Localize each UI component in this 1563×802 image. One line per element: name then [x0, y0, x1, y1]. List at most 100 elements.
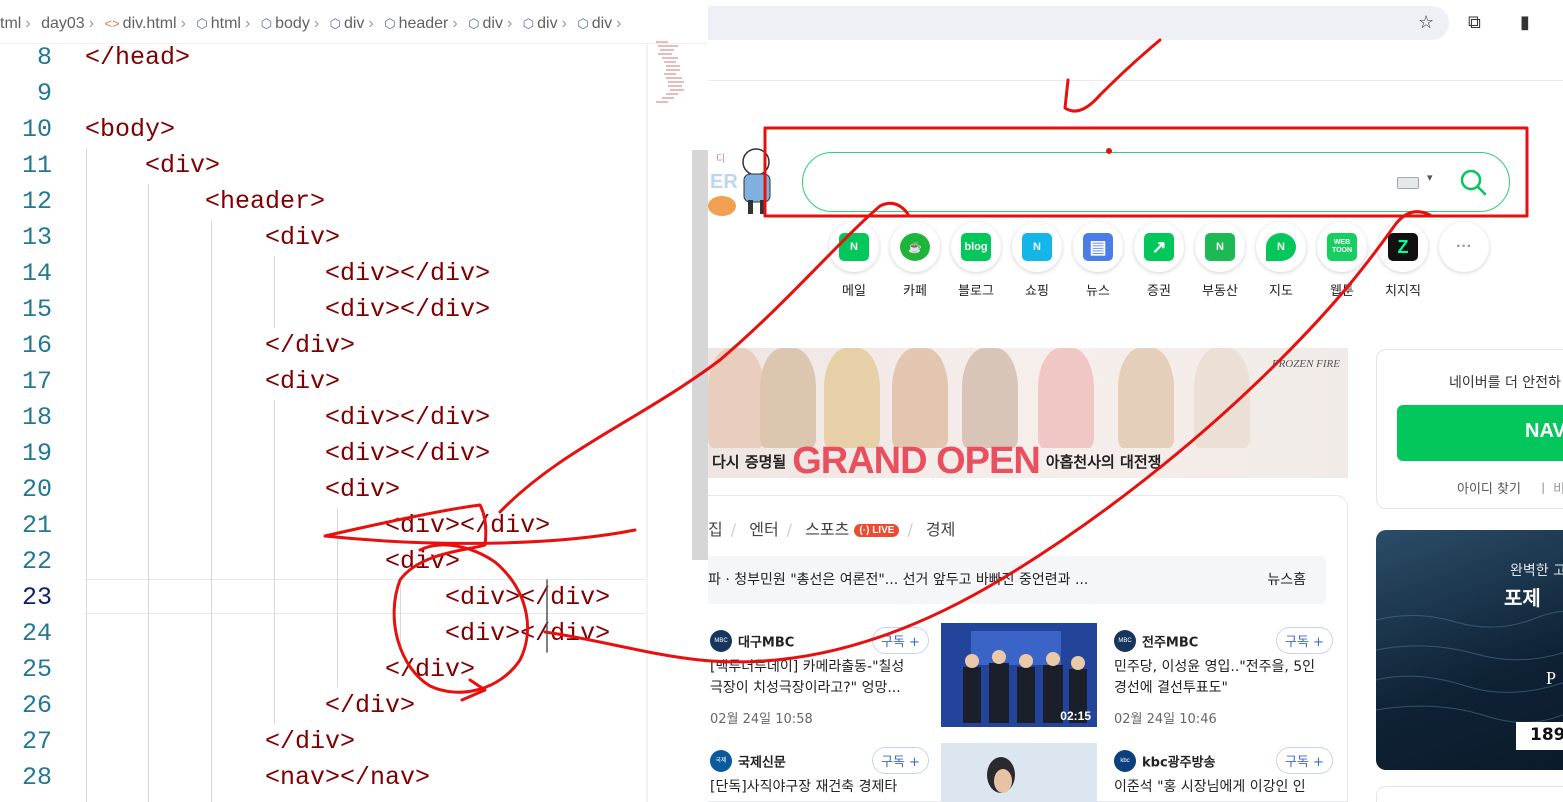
service-chzzk[interactable]: Z 치지직: [1377, 222, 1429, 299]
find-id-link[interactable]: 아이디 찾기: [1457, 482, 1521, 497]
code-line[interactable]: 19 <div></div>: [0, 436, 708, 472]
line-code[interactable]: <div>: [85, 544, 460, 580]
service-webtoon[interactable]: WEB TOON 웹툰: [1316, 222, 1368, 299]
line-code[interactable]: <div>: [85, 148, 220, 184]
tab-sports[interactable]: 스포츠: [805, 520, 849, 539]
subscribe-button[interactable]: 구독 +: [1276, 747, 1333, 774]
line-code[interactable]: <div></div>: [85, 580, 610, 616]
line-code[interactable]: <div></div>: [85, 508, 550, 544]
code-line[interactable]: 21 <div></div>: [0, 508, 708, 544]
line-code[interactable]: <div></div>: [85, 436, 490, 472]
line-code[interactable]: </div>: [85, 724, 355, 760]
line-code[interactable]: </div>: [85, 652, 475, 688]
code-line[interactable]: 8 </head>: [0, 40, 708, 76]
code-lines[interactable]: 8 </head> 9 10 <body> 11 <div> 12 <header>…: [0, 40, 708, 796]
news-headline-line[interactable]: 민주당, 이성윤 영입.."전주을, 5인: [1114, 657, 1315, 678]
code-line[interactable]: 10 <body>: [0, 112, 708, 148]
tab-news-general[interactable]: 집: [708, 520, 723, 539]
tab-economy[interactable]: 경제: [926, 520, 955, 539]
service-realestate[interactable]: N 부동산: [1194, 222, 1246, 299]
service-blog[interactable]: blog 블로그: [950, 222, 1002, 299]
code-line[interactable]: 15 <div></div>: [0, 292, 708, 328]
news-home-link[interactable]: 뉴스홈: [1267, 569, 1306, 589]
naver-login-button[interactable]: NAV: [1397, 405, 1563, 461]
code-line-current[interactable]: 23 <div></div>: [0, 580, 708, 616]
breadcrumb-item[interactable]: html: [211, 15, 241, 33]
code-line[interactable]: 27 </div>: [0, 724, 708, 760]
news-headline-line[interactable]: 극장이 치성극장이라고?" 엉망...: [710, 678, 904, 699]
breadcrumb-item[interactable]: tml: [0, 15, 21, 33]
search-icon[interactable]: [1458, 167, 1488, 197]
code-line[interactable]: 20 <div>: [0, 472, 708, 508]
line-code[interactable]: <div></div>: [85, 292, 490, 328]
breadcrumb-item[interactable]: div: [592, 15, 612, 33]
breadcrumb-item[interactable]: header: [399, 15, 449, 33]
news-video-thumbnail[interactable]: 02:15: [941, 623, 1097, 727]
line-code[interactable]: <div>: [85, 472, 400, 508]
doodle-logo[interactable]: ER 디: [708, 140, 778, 220]
news-headline[interactable]: [백투더투데이] 카메라출동-"칠성 극장이 치성극장이라고?" 엉망...: [710, 657, 904, 699]
code-editor[interactable]: tml › day03 › <> div.html › ⬡ html › ⬡ body › ⬡ d…: [0, 0, 708, 802]
code-line[interactable]: 16 </div>: [0, 328, 708, 364]
code-line[interactable]: 22 <div>: [0, 544, 708, 580]
news-ticker[interactable]: 파 · 청부민원 "총선은 여론전"... 선거 앞두고 바빠진 중언련과 ..…: [708, 556, 1326, 604]
address-bar[interactable]: [708, 6, 1449, 40]
breadcrumb-item[interactable]: day03: [41, 15, 85, 33]
news-headline-line[interactable]: 이준석 "홍 시장님에게 이강인 인: [1114, 777, 1306, 798]
news-headline[interactable]: 이준석 "홍 시장님에게 이강인 인: [1114, 777, 1306, 798]
news-headline[interactable]: [단독]사직야구장 재건축 경제타: [710, 777, 897, 798]
code-line[interactable]: 11 <div>: [0, 148, 708, 184]
news-headline[interactable]: 민주당, 이성윤 영입.."전주을, 5인 경선에 결선투표도": [1114, 657, 1315, 699]
side-banner-ad[interactable]: 완벽한 고 포제 P 189: [1376, 530, 1563, 770]
side-panel-icon[interactable]: ▮: [1520, 12, 1530, 33]
press-header[interactable]: MBC NEWS 대구MBC: [710, 630, 794, 666]
breadcrumb-item[interactable]: body: [275, 15, 310, 33]
press-header[interactable]: 국제 국제신문: [710, 750, 786, 772]
tab-entertainment[interactable]: 엔터: [749, 520, 778, 539]
search-box[interactable]: ▾: [802, 152, 1510, 212]
press-name[interactable]: kbc광주방송: [1142, 756, 1216, 771]
service-cafe[interactable]: ☕ 카페: [889, 222, 941, 299]
breadcrumb-item[interactable]: div.html: [123, 15, 177, 33]
star-icon[interactable]: ☆: [1418, 12, 1434, 33]
code-line[interactable]: 18 <div></div>: [0, 400, 708, 436]
ticker-headline[interactable]: 파 · 청부민원 "총선은 여론전"... 선거 앞두고 바빠진 중언련과 ..…: [708, 572, 1088, 588]
service-shopping[interactable]: N 쇼핑: [1011, 222, 1063, 299]
line-code[interactable]: <div>: [85, 220, 340, 256]
service-stock[interactable]: ↗ 증권: [1133, 222, 1185, 299]
line-code[interactable]: <body>: [85, 112, 175, 148]
code-line[interactable]: 12 <header>: [0, 184, 708, 220]
line-code[interactable]: <nav></nav>: [85, 760, 430, 796]
line-code[interactable]: </div>: [85, 688, 415, 724]
breadcrumb-item[interactable]: div: [537, 15, 557, 33]
press-header[interactable]: kbc NEWS kbc광주방송: [1114, 750, 1216, 786]
news-headline-line[interactable]: [단독]사직야구장 재건축 경제타: [710, 777, 897, 798]
subscribe-button[interactable]: 구독 +: [872, 747, 929, 774]
breadcrumb-item[interactable]: div: [483, 15, 503, 33]
news-photo-thumbnail[interactable]: [941, 743, 1097, 802]
line-code[interactable]: </head>: [85, 40, 190, 76]
code-line[interactable]: 25 </div>: [0, 652, 708, 688]
code-line[interactable]: 24 <div></div>: [0, 616, 708, 652]
press-name[interactable]: 전주MBC: [1142, 636, 1198, 651]
line-code[interactable]: <div></div>: [85, 400, 490, 436]
service-more[interactable]: ···: [1438, 222, 1490, 272]
line-code[interactable]: <div></div>: [85, 616, 610, 652]
code-line[interactable]: 9: [0, 76, 708, 112]
service-mail[interactable]: N 메일: [828, 222, 880, 299]
keyboard-icon[interactable]: [1397, 177, 1419, 189]
line-code[interactable]: <div></div>: [85, 256, 490, 292]
press-name[interactable]: 국제신문: [738, 756, 786, 771]
line-code[interactable]: <header>: [85, 184, 325, 220]
editor-scrollbar[interactable]: [692, 150, 708, 560]
find-password-link[interactable]: ㅣ 비: [1537, 482, 1563, 497]
breadcrumb-item[interactable]: div: [344, 15, 364, 33]
news-headline-line[interactable]: [백투더투데이] 카메라출동-"칠성: [710, 657, 904, 678]
subscribe-button[interactable]: 구독 +: [1276, 627, 1333, 654]
minimap[interactable]: [648, 38, 692, 118]
code-line[interactable]: 28 <nav></nav>: [0, 760, 708, 796]
extensions-icon[interactable]: ⧉: [1468, 12, 1481, 33]
code-line[interactable]: 14 <div></div>: [0, 256, 708, 292]
news-headline-line[interactable]: 경선에 결선투표도": [1114, 678, 1315, 699]
line-code[interactable]: <div>: [85, 364, 340, 400]
